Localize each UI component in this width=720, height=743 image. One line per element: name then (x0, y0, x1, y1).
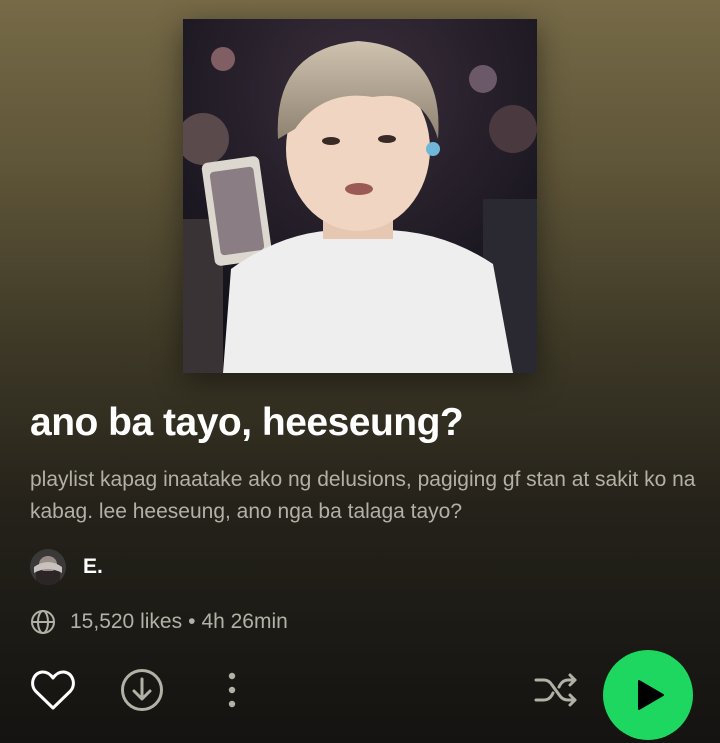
globe-icon (31, 610, 55, 634)
more-options-button[interactable] (222, 670, 242, 710)
avatar-photo (30, 549, 66, 585)
heart-outline-icon (31, 670, 75, 710)
playlist-description: playlist kapag inaatake ako ng delusions… (30, 468, 696, 523)
playlist-title: ano ba tayo, heeseung? (30, 401, 464, 444)
playlist-owner[interactable]: E. (30, 549, 103, 585)
playlist-duration: 4h 26min (201, 610, 288, 633)
more-vertical-icon (228, 672, 236, 708)
owner-avatar[interactable] (30, 549, 66, 585)
download-circle-icon (121, 669, 163, 711)
meta-separator: • (188, 610, 196, 633)
playlist-controls (0, 650, 720, 740)
play-icon (638, 680, 664, 710)
likes-count: 15,520 likes (70, 610, 183, 633)
owner-name[interactable]: E. (83, 555, 103, 579)
playlist-cover-photo (183, 19, 537, 373)
download-button[interactable] (120, 668, 164, 712)
shuffle-button[interactable] (533, 671, 579, 709)
like-button[interactable] (30, 669, 76, 711)
playlist-meta: 15,520 likes • 4h 26min (30, 607, 288, 637)
play-button[interactable] (603, 650, 693, 740)
playlist-cover[interactable] (183, 19, 537, 373)
shuffle-icon (534, 673, 577, 707)
